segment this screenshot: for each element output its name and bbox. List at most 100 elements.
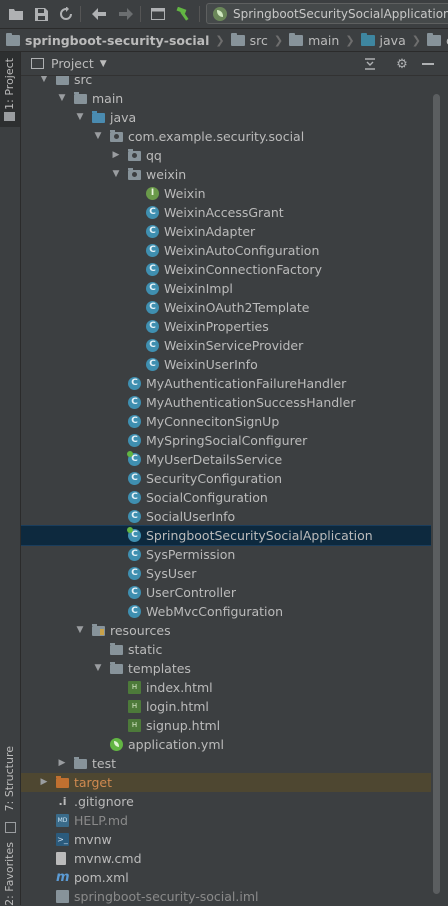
collapse-arrow-icon[interactable]: ▶	[57, 754, 67, 773]
tree-row[interactable]: ▶ qq	[21, 146, 431, 165]
tree-row[interactable]: C SocialConfiguration	[21, 488, 431, 507]
folder-icon	[110, 662, 123, 674]
tree-row[interactable]: .i .gitignore	[21, 792, 431, 811]
chevron-down-icon[interactable]: ▼	[100, 59, 107, 69]
breadcrumb-item[interactable]: springboot-security-social ❯	[0, 32, 225, 48]
toolbar-separator	[199, 6, 200, 22]
tree-row[interactable]: C WeixinOAuth2Template	[21, 298, 431, 317]
expand-arrow-icon[interactable]: ▼	[57, 89, 67, 108]
tree-row[interactable]: C MyAuthenticationSuccessHandler	[21, 393, 431, 412]
collapse-all-icon[interactable]	[361, 55, 379, 73]
gitignore-icon: .i	[56, 795, 69, 808]
tree-row[interactable]: C WeixinAccessGrant	[21, 203, 431, 222]
hide-panel-icon[interactable]	[419, 55, 437, 73]
tree-row[interactable]: Hindex.html	[21, 678, 431, 697]
tree-row[interactable]: C MyAuthenticationFailureHandler	[21, 374, 431, 393]
class-icon: C	[128, 491, 141, 504]
expand-arrow-icon[interactable]: ▼	[75, 108, 85, 127]
tree-item-label: templates	[128, 661, 191, 676]
tree-row[interactable]: ▼ templates	[21, 659, 431, 678]
expand-arrow-icon[interactable]: ▼	[75, 621, 85, 640]
class-icon: C	[146, 320, 159, 333]
tree-item-label: WeixinConnectionFactory	[164, 262, 322, 277]
structure-icon	[5, 822, 16, 833]
tree-row[interactable]: C WeixinAdapter	[21, 222, 431, 241]
tree-row[interactable]: C MyConnecitonSignUp	[21, 412, 431, 431]
tree-row[interactable]: springboot-security-social.iml	[21, 887, 431, 905]
tree-row[interactable]: C UserController	[21, 583, 431, 602]
package-icon	[128, 149, 141, 161]
collapse-arrow-icon[interactable]: ▶	[111, 146, 121, 165]
breadcrumb-item[interactable]: src ❯	[225, 32, 283, 48]
tree-row[interactable]: ▼ weixin	[21, 165, 431, 184]
sync-icon[interactable]	[56, 4, 76, 24]
tab-favorites-label: 2: Favorites	[3, 842, 16, 906]
expand-arrow-icon[interactable]: ▼	[93, 127, 103, 146]
tree-item-label: MySpringSocialConfigurer	[146, 433, 308, 448]
project-view-icon	[31, 58, 44, 69]
breadcrumb-label: springboot-security-social	[25, 32, 210, 48]
tree-row[interactable]: C WeixinConnectionFactory	[21, 260, 431, 279]
html-file-icon: H	[128, 700, 141, 713]
tree-item-label: MyConnecitonSignUp	[146, 414, 280, 429]
scrollbar-thumb[interactable]	[433, 94, 440, 894]
back-icon[interactable]	[89, 4, 109, 24]
tree-row[interactable]: C WeixinImpl	[21, 279, 431, 298]
build-hammer-icon[interactable]	[174, 4, 194, 24]
tree-row[interactable]: C SysUser	[21, 564, 431, 583]
tree-row[interactable]: Hsignup.html	[21, 716, 431, 735]
run-configuration-selector[interactable]: SpringbootSecuritySocialApplication	[206, 3, 448, 24]
tree-row[interactable]: I Weixin	[21, 184, 431, 203]
tree-row[interactable]: C WeixinProperties	[21, 317, 431, 336]
class-icon: C	[128, 434, 141, 447]
tree-item-label: WeixinUserInfo	[164, 357, 258, 372]
collapse-arrow-icon[interactable]: ▶	[39, 773, 49, 792]
gear-icon[interactable]: ⚙	[393, 55, 411, 73]
tree-row[interactable]: C SecurityConfiguration	[21, 469, 431, 488]
source-folder-icon	[92, 111, 105, 123]
tree-row[interactable]: C MyUserDetailsService	[21, 450, 431, 469]
tab-project[interactable]: 1: Project	[0, 52, 20, 127]
expand-arrow-icon[interactable]: ▼	[93, 659, 103, 678]
forward-icon[interactable]	[116, 4, 136, 24]
tree-row[interactable]: m pom.xml	[21, 868, 431, 887]
tree-row[interactable]: ▼ src	[21, 76, 431, 89]
tab-structure[interactable]: 7: Structure	[0, 742, 20, 837]
folder-open-icon[interactable]	[6, 4, 26, 24]
tree-row[interactable]: ▼ resources	[21, 621, 431, 640]
tree-row[interactable]: ▶ test	[21, 754, 431, 773]
tree-row[interactable]: application.yml	[21, 735, 431, 754]
tree-row[interactable]: mvnw.cmd	[21, 849, 431, 868]
tree-row[interactable]: ▶ target	[21, 773, 431, 792]
tree-row[interactable]: C SpringbootSecuritySocialApplication	[21, 525, 431, 546]
breadcrumb-item[interactable]: main ❯	[283, 32, 355, 48]
terminal-icon[interactable]	[148, 4, 168, 24]
tree-row[interactable]: ▼ com.example.security.social	[21, 127, 431, 146]
expand-arrow-icon[interactable]: ▼	[111, 165, 121, 184]
folder-icon	[289, 32, 304, 46]
breadcrumb-item[interactable]: com❯	[421, 32, 448, 48]
shell-script-icon: >_	[56, 833, 69, 846]
expand-arrow-icon[interactable]: ▼	[39, 76, 49, 89]
tree-item-label: WeixinAutoConfiguration	[164, 243, 320, 258]
tree-row[interactable]: C MySpringSocialConfigurer	[21, 431, 431, 450]
tree-row[interactable]: C WeixinUserInfo	[21, 355, 431, 374]
tree-row[interactable]: Hlogin.html	[21, 697, 431, 716]
tree-row[interactable]: ▼ main	[21, 89, 431, 108]
tree-row[interactable]: C WeixinServiceProvider	[21, 336, 431, 355]
breadcrumb-label: src	[249, 32, 268, 48]
tree-row[interactable]: >_ mvnw	[21, 830, 431, 849]
tree-row[interactable]: C SysPermission	[21, 545, 431, 564]
tree-row[interactable]: C SocialUserInfo	[21, 507, 431, 526]
tree-row[interactable]: C WeixinAutoConfiguration	[21, 241, 431, 260]
tab-project-label: 1: Project	[3, 58, 16, 110]
html-file-icon: H	[128, 719, 141, 732]
tree-row[interactable]: MD HELP.md	[21, 811, 431, 830]
tree-row[interactable]: static	[21, 640, 431, 659]
save-icon[interactable]	[31, 4, 51, 24]
breadcrumb-item[interactable]: java ❯	[355, 32, 421, 48]
tree-row[interactable]: ▼ java	[21, 108, 431, 127]
tab-favorites[interactable]: 2: Favorites	[0, 842, 20, 906]
panel-title[interactable]: Project	[51, 56, 94, 71]
tree-row[interactable]: C WebMvcConfiguration	[21, 602, 431, 621]
